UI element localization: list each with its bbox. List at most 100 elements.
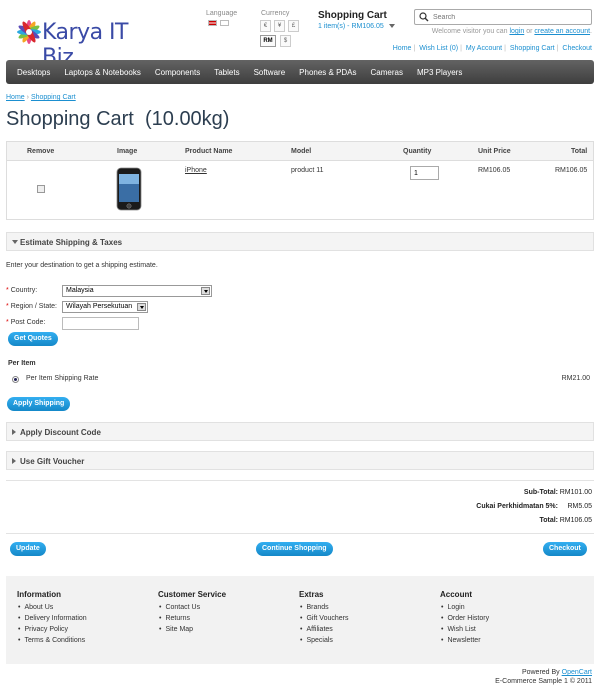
powered-by-text: Powered By bbox=[521, 669, 560, 676]
region-select[interactable]: Wilayah Persekutuan bbox=[62, 301, 148, 313]
unit-price: RM106.05 bbox=[478, 167, 511, 174]
store-logo[interactable]: Karya IT Biz bbox=[14, 12, 164, 70]
menu-item-software[interactable]: Software bbox=[247, 68, 293, 77]
footer-link-terms[interactable]: Terms & Conditions bbox=[18, 637, 85, 644]
cart-summary[interactable]: 1 item(s) - RM106.05 bbox=[318, 23, 395, 30]
remove-checkbox[interactable] bbox=[37, 185, 45, 193]
login-link[interactable]: login bbox=[509, 28, 524, 35]
cart-heading: Shopping Cart bbox=[318, 10, 387, 21]
welcome-message: Welcome visitor you can login or create … bbox=[432, 28, 592, 35]
footer-link-wishlist[interactable]: Wish List bbox=[441, 626, 475, 633]
currency-rm[interactable]: RM bbox=[260, 35, 276, 47]
footer-link-contact[interactable]: Contact Us bbox=[159, 604, 200, 611]
footer-link-affiliates[interactable]: Affiliates bbox=[300, 626, 332, 633]
country-selected: Malaysia bbox=[66, 287, 94, 294]
country-select[interactable]: Malaysia bbox=[62, 285, 212, 297]
footer-link-vouchers[interactable]: Gift Vouchers bbox=[300, 615, 348, 622]
page-title: Shopping Cart (10.00kg) bbox=[6, 108, 230, 130]
postcode-label-text: Post Code: bbox=[10, 319, 46, 326]
apply-shipping-button[interactable]: Apply Shipping bbox=[7, 397, 71, 411]
currency-label: Currency bbox=[261, 10, 290, 17]
column-product-name: Product Name bbox=[185, 148, 233, 155]
menu-item-components[interactable]: Components bbox=[148, 68, 207, 77]
shipping-section-title: Estimate Shipping & Taxes bbox=[20, 238, 123, 247]
continue-shopping-button[interactable]: Continue Shopping bbox=[256, 542, 333, 556]
country-label: * Country: bbox=[6, 287, 38, 294]
main-menu: Desktops Laptops & Notebooks Components … bbox=[6, 60, 594, 84]
postcode-label: * Post Code: bbox=[6, 319, 46, 326]
quantity-input[interactable] bbox=[410, 166, 439, 180]
language-flags bbox=[208, 20, 229, 26]
divider bbox=[6, 533, 594, 534]
top-link-home[interactable]: Home bbox=[393, 45, 412, 52]
footer-link-sitemap[interactable]: Site Map bbox=[159, 626, 193, 633]
footer-link-login[interactable]: Login bbox=[441, 604, 464, 611]
footer-link-returns[interactable]: Returns bbox=[159, 615, 190, 622]
postcode-input[interactable] bbox=[62, 317, 139, 330]
menu-item-phones[interactable]: Phones & PDAs bbox=[292, 68, 363, 77]
welcome-period: . bbox=[590, 28, 592, 35]
menu-item-laptops[interactable]: Laptops & Notebooks bbox=[57, 68, 148, 77]
copyright: E-Commerce Sample 1 © 2011 bbox=[495, 678, 592, 685]
menu-item-mp3[interactable]: MP3 Players bbox=[410, 68, 469, 77]
product-model: product 11 bbox=[291, 167, 324, 174]
discount-section-header[interactable]: Apply Discount Code bbox=[6, 422, 594, 441]
product-name-link[interactable]: iPhone bbox=[185, 167, 207, 174]
footer-account-title: Account bbox=[440, 590, 472, 599]
total-value: RM106.05 bbox=[559, 517, 592, 524]
column-image: Image bbox=[117, 148, 138, 155]
footer-link-delivery[interactable]: Delivery Information bbox=[18, 615, 86, 622]
product-image[interactable] bbox=[116, 167, 142, 211]
powered-by: Powered By OpenCart bbox=[522, 669, 592, 676]
discount-section-title: Apply Discount Code bbox=[20, 428, 101, 437]
menu-item-tablets[interactable]: Tablets bbox=[207, 68, 246, 77]
currency-yen[interactable]: ¥ bbox=[274, 20, 285, 32]
uk-flag-icon[interactable] bbox=[220, 20, 229, 26]
top-link-checkout[interactable]: Checkout bbox=[562, 45, 592, 52]
get-quotes-button[interactable]: Get Quotes bbox=[8, 332, 58, 346]
search-box bbox=[414, 9, 592, 25]
voucher-section-title: Use Gift Voucher bbox=[20, 457, 85, 466]
breadcrumb: Home › Shopping Cart bbox=[6, 94, 76, 101]
update-button[interactable]: Update bbox=[10, 542, 46, 556]
subtotal-value: RM101.00 bbox=[559, 489, 592, 496]
region-label: * Region / State: bbox=[6, 303, 57, 310]
create-account-link[interactable]: create an account bbox=[534, 28, 590, 35]
currency-euro[interactable]: € bbox=[260, 20, 271, 32]
region-label-text: Region / State: bbox=[10, 303, 57, 310]
footer: Information About Us Delivery Informatio… bbox=[6, 576, 594, 664]
footer-link-order-history[interactable]: Order History bbox=[441, 615, 489, 622]
dropdown-arrow-icon bbox=[137, 303, 146, 311]
breadcrumb-separator: › bbox=[26, 94, 29, 101]
column-model: Model bbox=[291, 148, 312, 155]
currency-pound[interactable]: £ bbox=[288, 20, 299, 32]
footer-customer-service-title: Customer Service bbox=[158, 590, 227, 599]
voucher-section-header[interactable]: Use Gift Voucher bbox=[6, 451, 594, 470]
shipping-method-radio[interactable] bbox=[12, 376, 19, 383]
dropdown-arrow-icon bbox=[201, 287, 210, 295]
search-input[interactable] bbox=[433, 12, 583, 22]
column-unit-price: Unit Price bbox=[478, 148, 511, 155]
checkout-button[interactable]: Checkout bbox=[543, 542, 587, 556]
top-link-wishlist[interactable]: Wish List (0) bbox=[419, 45, 458, 52]
column-total: Total bbox=[571, 148, 588, 155]
top-link-account[interactable]: My Account bbox=[466, 45, 502, 52]
shipping-section-header[interactable]: Estimate Shipping & Taxes bbox=[6, 232, 594, 251]
menu-item-desktops[interactable]: Desktops bbox=[10, 68, 57, 77]
currency-dollar[interactable]: $ bbox=[280, 35, 291, 47]
footer-link-specials[interactable]: Specials bbox=[300, 637, 332, 644]
breadcrumb-home[interactable]: Home bbox=[6, 94, 25, 101]
top-links: Home | Wish List (0) | My Account | Shoppin… bbox=[392, 45, 592, 52]
footer-link-privacy[interactable]: Privacy Policy bbox=[18, 626, 68, 633]
footer-link-about[interactable]: About Us bbox=[18, 604, 53, 611]
welcome-or: or bbox=[526, 28, 533, 35]
top-link-cart[interactable]: Shopping Cart bbox=[510, 45, 555, 52]
malaysia-flag-icon[interactable] bbox=[208, 20, 217, 26]
menu-item-cameras[interactable]: Cameras bbox=[364, 68, 410, 77]
breadcrumb-cart[interactable]: Shopping Cart bbox=[31, 94, 76, 101]
shipping-method-price: RM21.00 bbox=[561, 375, 590, 382]
opencart-link[interactable]: OpenCart bbox=[562, 669, 592, 676]
footer-link-brands[interactable]: Brands bbox=[300, 604, 328, 611]
footer-link-newsletter[interactable]: Newsletter bbox=[441, 637, 480, 644]
search-icon[interactable] bbox=[419, 12, 429, 22]
